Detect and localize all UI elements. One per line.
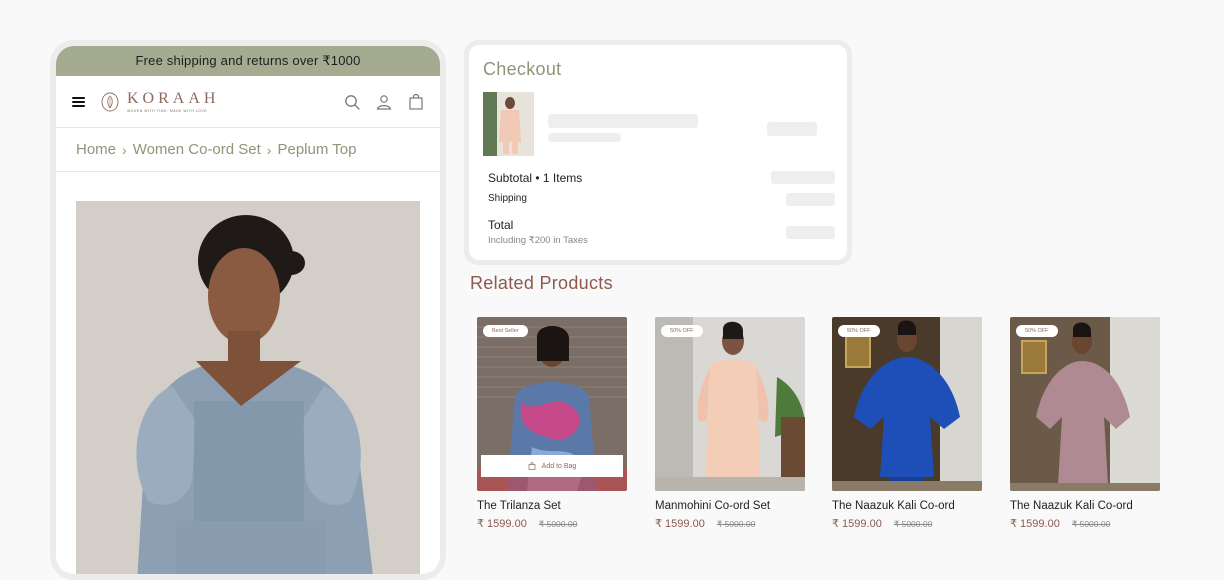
breadcrumb-home[interactable]: Home [76, 141, 116, 158]
product-price-row: ₹ 1599.00 ₹ 5000.00 [655, 517, 805, 530]
search-icon[interactable] [344, 94, 360, 110]
product-original-price: ₹ 5000.00 [538, 519, 578, 529]
total-label: Total [488, 218, 514, 232]
product-price-row: ₹ 1599.00 ₹ 5000.00 [477, 517, 627, 530]
item-price-placeholder [767, 122, 817, 136]
related-products-heading: Related Products [470, 273, 613, 293]
chevron-right-icon: › [266, 141, 272, 158]
product-price: ₹ 1599.00 [477, 518, 527, 530]
mobile-screen: Free shipping and returns over ₹1000 KOR… [56, 46, 440, 574]
product-price-row: ₹ 1599.00 ₹ 5000.00 [832, 517, 982, 530]
product-card[interactable]: 50% OFF The Naazuk Kali Co-ord ₹ 1599.00… [1010, 317, 1160, 530]
brand-name: KORAAH [127, 90, 220, 107]
product-card[interactable]: 50% OFF The Naazuk Kali Co-ord ₹ 1599.00… [832, 317, 982, 530]
product-badge: 50% OFF [838, 325, 880, 337]
checkout-panel: Checkout Subtotal • 1 Items Shipping Tot… [469, 45, 847, 260]
bag-icon[interactable] [408, 93, 424, 110]
product-hero-image [76, 201, 420, 574]
brand-tagline: WOVEN WITH TIME, MADE WITH LOVE [127, 109, 208, 113]
product-original-price: ₹ 5000.00 [893, 519, 933, 529]
product-image[interactable]: 50% OFF [1010, 317, 1160, 491]
promo-banner: Free shipping and returns over ₹1000 [56, 46, 440, 76]
product-original-price: ₹ 5000.00 [716, 519, 756, 529]
add-to-bag-button[interactable]: Add to Bag [481, 455, 623, 477]
shipping-label: Shipping [488, 193, 527, 204]
user-icon[interactable] [376, 94, 392, 110]
item-variant-placeholder [548, 133, 621, 142]
header: KORAAH WOVEN WITH TIME, MADE WITH LOVE [56, 76, 440, 128]
product-name[interactable]: The Trilanza Set [477, 500, 627, 512]
breadcrumb: Home › Women Co-ord Set › Peplum Top [56, 128, 440, 172]
menu-icon[interactable] [72, 96, 85, 107]
shipping-value-placeholder [786, 193, 835, 206]
tax-note: Including ₹200 in Taxes [488, 235, 588, 246]
brand-logo[interactable]: KORAAH WOVEN WITH TIME, MADE WITH LOVE [101, 90, 219, 113]
checkout-item-thumbnail [483, 92, 534, 156]
item-name-placeholder [548, 114, 698, 128]
breadcrumb-category[interactable]: Women Co-ord Set [133, 141, 261, 158]
checkout-title: Checkout [483, 59, 562, 79]
add-to-bag-label: Add to Bag [541, 462, 577, 470]
product-photo [76, 201, 420, 574]
product-badge: 50% OFF [661, 325, 703, 337]
product-badge: Best Seller [483, 325, 528, 337]
chevron-right-icon: › [122, 141, 127, 158]
product-card[interactable]: 50% OFF Manmohini Co-ord Set ₹ 1599.00 ₹… [655, 317, 805, 530]
product-image[interactable]: Best Seller Add to Bag [477, 317, 627, 491]
product-price: ₹ 1599.00 [832, 518, 882, 530]
product-price: ₹ 1599.00 [655, 518, 705, 530]
product-price: ₹ 1599.00 [1010, 518, 1060, 530]
logo-mark-icon [101, 92, 119, 111]
product-card[interactable]: Best Seller Add to Bag The Trilanza Set … [477, 317, 627, 530]
product-name[interactable]: The Naazuk Kali Co-ord [1010, 500, 1160, 512]
product-badge: 50% OFF [1016, 325, 1058, 337]
promo-text: Free shipping and returns over ₹1000 [135, 53, 361, 68]
subtotal-label: Subtotal • 1 Items [488, 171, 583, 185]
product-image[interactable]: 50% OFF [655, 317, 805, 491]
product-name[interactable]: The Naazuk Kali Co-ord [832, 500, 982, 512]
breadcrumb-current: Peplum Top [277, 141, 357, 158]
bag-icon [528, 462, 536, 470]
subtotal-value-placeholder [771, 171, 835, 184]
total-value-placeholder [786, 226, 835, 239]
product-original-price: ₹ 5000.00 [1071, 519, 1111, 529]
product-image[interactable]: 50% OFF [832, 317, 982, 491]
mobile-preview: Free shipping and returns over ₹1000 KOR… [50, 40, 446, 580]
product-price-row: ₹ 1599.00 ₹ 5000.00 [1010, 517, 1160, 530]
product-name[interactable]: Manmohini Co-ord Set [655, 500, 805, 512]
checkout-card: Checkout Subtotal • 1 Items Shipping Tot… [464, 40, 852, 265]
